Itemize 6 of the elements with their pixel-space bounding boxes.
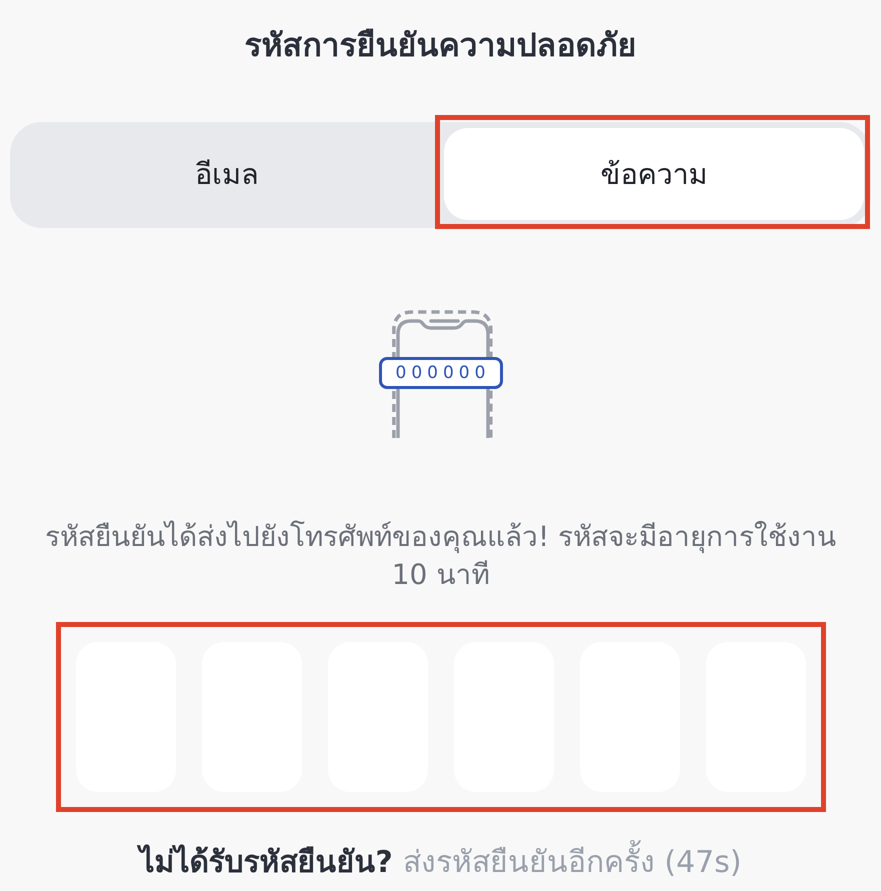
resend-prompt: ไม่ได้รับรหัสยืนยัน?: [139, 842, 393, 884]
info-message: รหัสยืนยันได้ส่งไปยังโทรศัพท์ของคุณแล้ว! รหัสจะมีอายุการใช้งาน 10 นาที: [44, 519, 838, 593]
code-placeholder-badge: 000000: [378, 357, 502, 389]
screen-title: รหัสการยืนยันความปลอดภัย: [244, 25, 636, 66]
tab[interactable]: อีเมล: [17, 128, 437, 220]
tab[interactable]: ข้อความ: [444, 128, 864, 220]
